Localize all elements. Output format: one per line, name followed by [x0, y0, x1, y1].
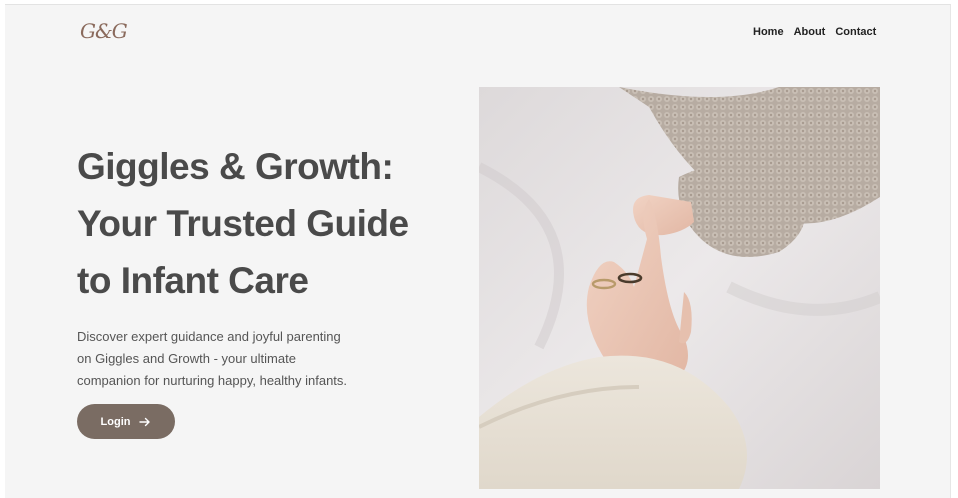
nav-contact-link[interactable]: Contact [835, 26, 876, 38]
hero-title-line: to Infant Care [77, 260, 309, 301]
brand-logo[interactable]: G&G [80, 19, 128, 43]
hero-title: Giggles & Growth: Your Trusted Guide to … [77, 138, 457, 309]
hero-description: Discover expert guidance and joyful pare… [77, 326, 397, 392]
login-button-label: Login [100, 415, 131, 428]
top-nav: Home About Contact [753, 26, 876, 38]
arrow-right-icon [139, 417, 151, 426]
nav-about-link[interactable]: About [794, 26, 826, 38]
hero-description-line: Discover expert guidance and joyful pare… [77, 329, 341, 344]
login-button[interactable]: Login [77, 404, 175, 439]
hero-image [479, 87, 880, 489]
hero-title-line: Your Trusted Guide [77, 203, 409, 244]
hero-description-line: on Giggles and Growth - your ultimate [77, 351, 296, 366]
page: G&G Home About Contact Giggles & Growth:… [5, 4, 951, 498]
hero-description-line: companion for nurturing happy, healthy i… [77, 373, 348, 388]
hero-title-line: Giggles & Growth: [77, 146, 394, 187]
nav-home-link[interactable]: Home [753, 26, 784, 38]
